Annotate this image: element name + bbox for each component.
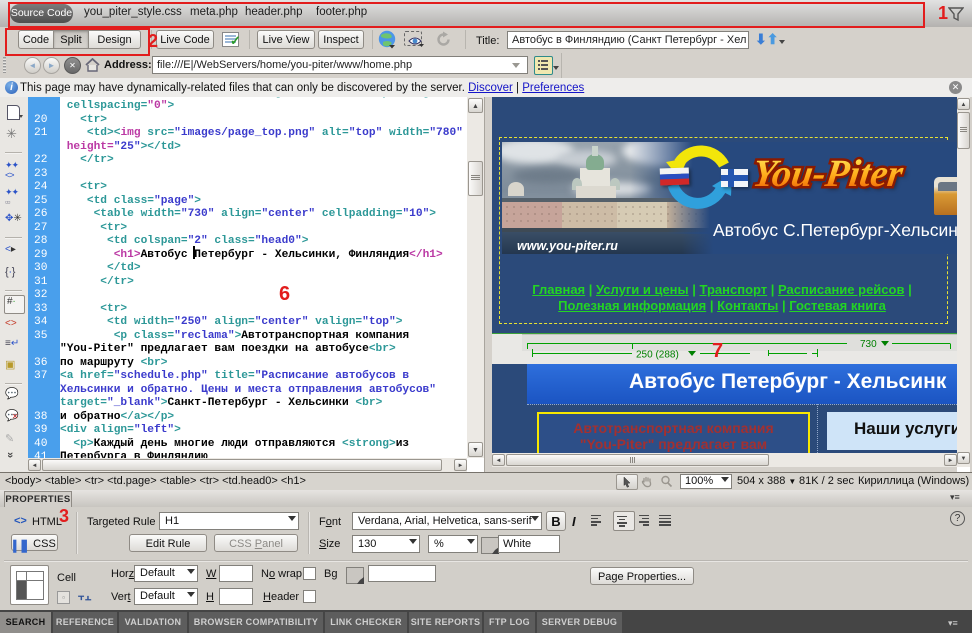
svg-text:730: 730 xyxy=(860,339,877,350)
svg-text:250 (288): 250 (288) xyxy=(636,350,679,361)
